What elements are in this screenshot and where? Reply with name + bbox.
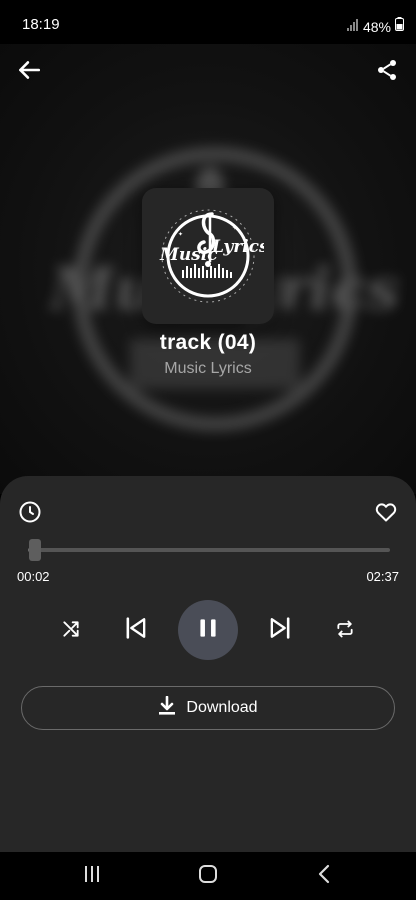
repeat-button[interactable] (332, 618, 358, 644)
back-button[interactable] (13, 56, 45, 88)
repeat-icon (335, 619, 355, 644)
share-icon (375, 58, 399, 87)
download-icon (158, 695, 176, 721)
status-bar: 18:19 48% (0, 0, 416, 44)
favorite-button[interactable] (372, 500, 400, 528)
back-icon (317, 864, 331, 889)
battery-percent: 48% (362, 18, 391, 35)
home-button[interactable] (188, 862, 228, 890)
track-title: track (04) (159, 331, 257, 354)
progress-bar[interactable] (28, 548, 390, 552)
previous-track-button[interactable] (120, 614, 152, 646)
logo-text-music: Music (159, 245, 218, 265)
svg-text:✦: ✦ (178, 231, 183, 238)
next-track-button[interactable] (264, 614, 296, 646)
music-player-screen: 18:19 48% yrics Music Lyrics ✦ ✦ track (… (0, 0, 416, 900)
track-artist: Music Lyrics (164, 360, 252, 377)
total-time: 02:37 (366, 569, 399, 584)
share-button[interactable] (371, 56, 403, 88)
music-lyrics-logo: Music Lyrics ✦ ✦ (159, 209, 264, 303)
logo-text-lyrics: Lyrics (211, 237, 264, 257)
download-button[interactable]: Download (21, 686, 395, 730)
svg-text:✦: ✦ (232, 224, 238, 232)
pause-button[interactable] (178, 600, 238, 660)
clock-icon (18, 500, 42, 529)
album-art: Music Lyrics ✦ ✦ (142, 188, 274, 324)
player-controls-panel (0, 476, 416, 852)
recents-icon (82, 865, 102, 888)
home-icon (198, 864, 218, 889)
status-indicators: 48% (346, 17, 404, 36)
sleep-timer-button[interactable] (16, 500, 44, 528)
download-label: Download (186, 699, 258, 716)
nav-back-button[interactable] (304, 862, 344, 890)
skip-next-icon (266, 614, 294, 647)
arrow-left-icon (16, 57, 42, 88)
status-time: 18:19 (22, 16, 60, 33)
current-time: 00:02 (17, 569, 50, 584)
signal-icon (346, 18, 359, 36)
skip-previous-icon (122, 614, 150, 647)
battery-icon (395, 17, 404, 36)
shuffle-button[interactable] (58, 618, 84, 644)
pause-icon (195, 615, 221, 646)
system-navigation-bar (0, 852, 416, 900)
recents-button[interactable] (72, 862, 112, 890)
progress-thumb[interactable] (28, 539, 41, 561)
heart-outline-icon (374, 500, 398, 529)
shuffle-icon (61, 619, 81, 644)
